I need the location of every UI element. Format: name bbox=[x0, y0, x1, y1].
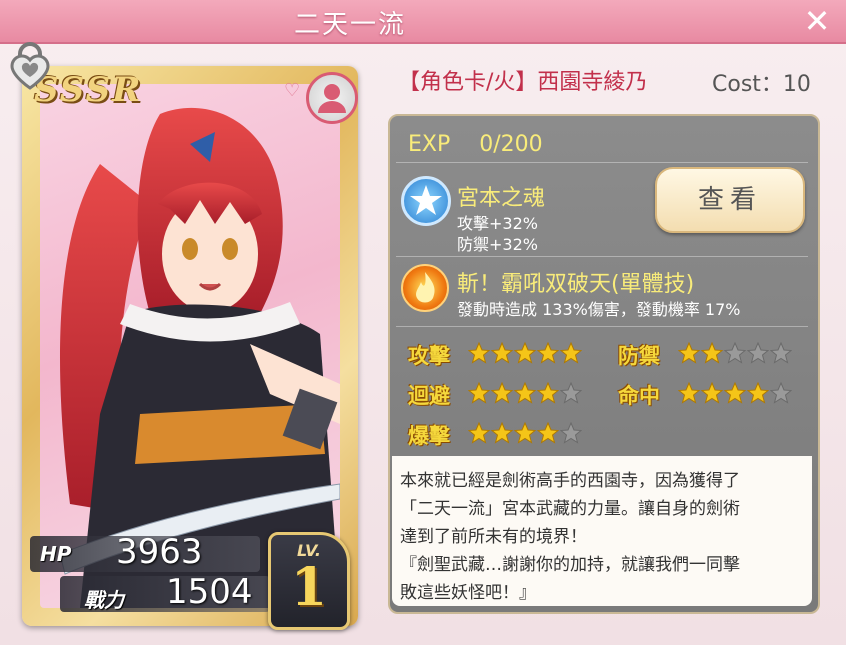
view-button[interactable]: 查看 bbox=[655, 167, 805, 233]
divider bbox=[396, 326, 808, 327]
star-filled-icon bbox=[537, 382, 559, 404]
star-filled-icon bbox=[701, 342, 723, 364]
hp-label: HP bbox=[40, 542, 72, 566]
attr-label-evasion: 迴避 bbox=[408, 384, 450, 408]
attr-label-critical: 爆擊 bbox=[408, 424, 450, 448]
card-type-and-name: 【角色卡/火】西園寺綾乃 bbox=[398, 64, 647, 96]
skill-1-name: 宮本之魂 bbox=[457, 186, 546, 211]
attr-label-accuracy: 命中 bbox=[618, 384, 660, 408]
star-filled-icon bbox=[724, 382, 746, 404]
star-filled-icon bbox=[491, 382, 513, 404]
star-empty-icon bbox=[560, 422, 582, 444]
attr-stars-accuracy bbox=[678, 382, 793, 404]
hp-value: 3963 bbox=[116, 532, 203, 572]
star-empty-icon bbox=[724, 342, 746, 364]
description-line: 「二天一流」宮本武藏的力量。讓自身的劍術 bbox=[400, 499, 740, 519]
description-line: 『劍聖武藏…謝謝你的加持，就讓我們一同擊 bbox=[400, 555, 740, 575]
profile-icon[interactable] bbox=[306, 72, 358, 124]
star-filled-icon bbox=[678, 342, 700, 364]
level-value: 1 bbox=[290, 557, 328, 618]
star-filled-icon bbox=[537, 422, 559, 444]
star-filled-icon bbox=[514, 342, 536, 364]
star-filled-icon bbox=[491, 422, 513, 444]
exp-label: EXP 0/200 bbox=[408, 132, 543, 157]
heart-icon: ♡ bbox=[284, 80, 301, 101]
lock-icon[interactable] bbox=[8, 40, 52, 90]
description-line: 本來就已經是劍術高手的西園寺，因為獲得了 bbox=[400, 471, 740, 491]
skill-1-line-2: 防禦+32% bbox=[457, 235, 538, 254]
divider bbox=[396, 256, 808, 257]
card-type: 【角色卡/火】 bbox=[398, 70, 538, 95]
skill-2-name: 斬！霸吼双破天(單體技) bbox=[457, 272, 695, 297]
star-filled-icon bbox=[514, 422, 536, 444]
description-line: 敗這些妖怪吧！』 bbox=[400, 583, 536, 603]
star-filled-icon bbox=[678, 382, 700, 404]
star-filled-icon bbox=[701, 382, 723, 404]
description-line: 達到了前所未有的境界！ bbox=[400, 527, 587, 547]
star-filled-icon bbox=[468, 382, 490, 404]
power-value: 1504 bbox=[166, 572, 253, 612]
attr-stars-critical bbox=[468, 422, 583, 444]
star-filled-icon bbox=[514, 382, 536, 404]
star-empty-icon bbox=[770, 382, 792, 404]
star-empty-icon bbox=[560, 382, 582, 404]
power-label: 戰力 bbox=[84, 588, 124, 612]
level-badge: LV. 1 bbox=[268, 532, 350, 630]
star-filled-icon bbox=[537, 342, 559, 364]
star-filled-icon bbox=[491, 342, 513, 364]
attr-stars-defense bbox=[678, 342, 793, 364]
skill-2-line-1: 發動時造成 133%傷害，發動機率 17% bbox=[457, 300, 741, 319]
attr-label-defense: 防禦 bbox=[618, 344, 660, 368]
cost-label: Cost：10 bbox=[712, 72, 811, 97]
star-badge-icon bbox=[401, 176, 451, 226]
character-name: 西園寺綾乃 bbox=[537, 70, 648, 95]
star-filled-icon bbox=[468, 342, 490, 364]
attr-stars-evasion bbox=[468, 382, 583, 404]
star-filled-icon bbox=[560, 342, 582, 364]
character-illustration bbox=[59, 107, 340, 608]
star-empty-icon bbox=[770, 342, 792, 364]
star-filled-icon bbox=[468, 422, 490, 444]
divider bbox=[396, 162, 808, 163]
flame-icon bbox=[401, 264, 449, 312]
star-empty-icon bbox=[747, 342, 769, 364]
attr-stars-attack bbox=[468, 342, 583, 364]
star-filled-icon bbox=[747, 382, 769, 404]
card-artwork bbox=[40, 84, 340, 608]
attr-label-attack: 攻擊 bbox=[408, 344, 450, 368]
